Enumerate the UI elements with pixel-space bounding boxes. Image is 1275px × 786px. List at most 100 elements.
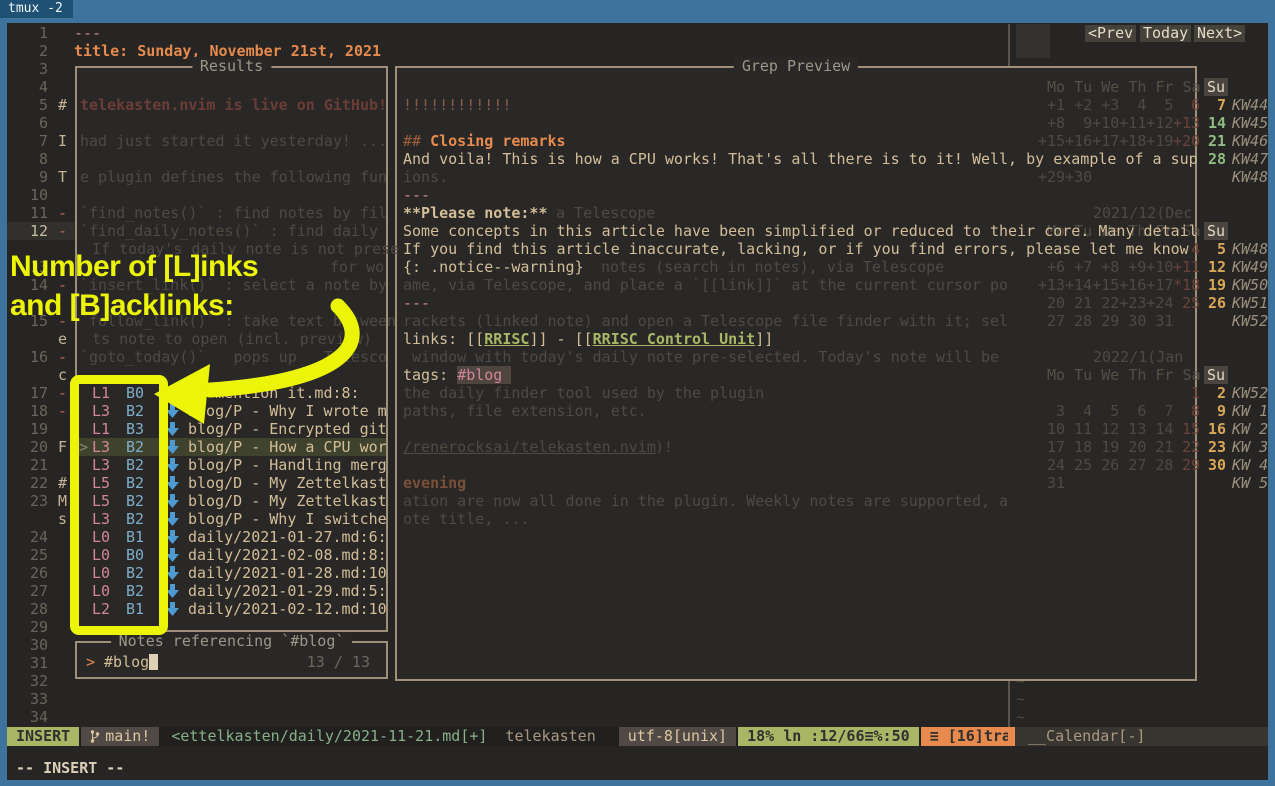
calendar-ghost-days: +8 9+10+11+12 — [1038, 114, 1173, 132]
ghost-line: /renerocksai/telekasten.nvim — [403, 438, 656, 456]
calendar-month-header: 2022/1(Jan — [1093, 348, 1183, 366]
gutter-line-number: 29 — [8, 618, 48, 636]
gutter-line-number: 6 — [8, 114, 48, 132]
result-file-name: daily/2021-01-27.md:6: — [188, 528, 387, 546]
gutter-letter: # — [58, 96, 67, 114]
gutter-letter: F — [58, 438, 67, 456]
calendar-day[interactable]: 30 — [1200, 456, 1226, 474]
filetype-indicator: telekasten — [496, 727, 604, 746]
gutter-line-number: 34 — [8, 708, 48, 726]
git-branch-segment[interactable]: main! — [81, 727, 159, 746]
gutter-letter: - — [58, 402, 67, 420]
calendar-day[interactable]: 14 — [1200, 114, 1226, 132]
gutter-line-number: 33 — [8, 690, 48, 708]
calendar-week-label: KW44 — [1232, 96, 1268, 114]
calendar-prev-button[interactable]: <Prev — [1085, 25, 1136, 42]
gutter-letter: M — [58, 492, 67, 510]
calendar-week-label: KW45 — [1232, 114, 1268, 132]
calendar-ghost-days: 27 28 29 30 31 — [1038, 312, 1173, 330]
calendar-ghost-days: +15+16+17+18+19 — [1038, 132, 1173, 150]
grep-preview-title: Grep Preview — [734, 57, 858, 75]
preview-line: --- — [403, 294, 430, 312]
gutter-letter: - — [58, 348, 67, 366]
calendar-day[interactable]: 16 — [1200, 420, 1226, 438]
calendar-sunday-header: Su — [1204, 78, 1228, 96]
result-file-name: blog/P - Why I switche — [188, 510, 387, 528]
gutter-line-number: 16 — [8, 348, 48, 366]
preview-text: --- — [403, 294, 430, 312]
calendar-saturday-ghost: 25 — [1173, 294, 1200, 312]
statusbar: INSERT main! <ettelkasten/daily/2021-11-… — [7, 727, 1008, 746]
preview-text: --- — [403, 186, 430, 204]
calendar-week-label: KW 1 — [1232, 402, 1268, 420]
calendar-day[interactable]: 12 — [1200, 258, 1226, 276]
calendar-weekday-header: Mo Tu We Th Fr Sa — [1038, 366, 1201, 384]
wiki-link[interactable]: RRISC Control Unit — [593, 330, 756, 348]
preview-line: tags: #blog — [403, 366, 511, 384]
ghost-line: the daily finder tool used by the plugin — [403, 384, 764, 402]
gutter-letter: - — [58, 384, 67, 402]
gutter-line-number: 26 — [8, 564, 48, 582]
calendar-week-label: KW 5 — [1232, 474, 1268, 492]
preview-text: ]] — [755, 330, 773, 348]
preview-line: If you find this article inaccurate, lac… — [403, 240, 1189, 258]
preview-text: links: [[ — [403, 330, 484, 348]
calendar-week-label: KW51 — [1232, 294, 1268, 312]
calendar-ghost-days: +1 +2 +3 4 5 — [1038, 96, 1173, 114]
result-file-name: blog/P - Handling merg — [188, 456, 387, 474]
gutter-letter: I — [58, 132, 67, 150]
calendar-statusline-notch — [1008, 727, 1015, 746]
gutter-line-number: 7 — [8, 132, 48, 150]
calendar-sunday-header: Su — [1204, 366, 1228, 384]
ghost-line: `find_notes()` : find notes by fil — [80, 204, 387, 222]
gutter-line-number: 20 — [8, 438, 48, 456]
calendar-saturday-ghost: 1 — [1173, 384, 1200, 402]
calendar-day[interactable]: 5 — [1200, 240, 1226, 258]
gutter-line-number: 3 — [8, 60, 48, 78]
calendar-day[interactable]: 26 — [1200, 294, 1226, 312]
cursor-position-indicator: 18% ln :12/66≡%:50 — [738, 727, 919, 746]
preview-line: ## Closing remarks — [403, 132, 566, 150]
calendar-next-button[interactable]: Next> — [1194, 25, 1245, 42]
ghost-line: ions. — [403, 168, 448, 186]
gutter-line-number: 28 — [8, 600, 48, 618]
calendar-day[interactable]: 2 — [1200, 384, 1226, 402]
calendar-day[interactable]: 19 — [1200, 276, 1226, 294]
ghost-line: evening — [403, 474, 466, 492]
gutter-line-number: 24 — [8, 528, 48, 546]
ghost-line: for wo — [330, 258, 384, 276]
wiki-link[interactable]: RRISC — [484, 330, 529, 348]
result-file-name: daily/2021-02-12.md:10 — [188, 600, 387, 618]
calendar-day[interactable]: 9 — [1200, 402, 1226, 420]
calendar-today-button[interactable]: Today — [1140, 25, 1191, 42]
gutter-line-number: 23 — [8, 492, 48, 510]
calendar-saturday-ghost: +20 — [1173, 132, 1200, 150]
ghost-line: telekasten.nvim is live on GitHub! — [80, 96, 387, 114]
calendar-week-label: KW 3 — [1232, 438, 1268, 456]
tag-pill[interactable]: #blog — [457, 366, 511, 384]
gutter-line-number: 9 — [8, 168, 48, 186]
calendar-ghost-days: 10 11 12 13 14 — [1038, 420, 1173, 438]
calendar-day[interactable]: 21 — [1200, 132, 1226, 150]
preview-line: Some concepts in this article have been … — [403, 222, 1198, 240]
calendar-day[interactable]: 7 — [1200, 96, 1226, 114]
calendar-week-label: KW48 — [1232, 168, 1268, 186]
calendar-day[interactable]: 28 — [1200, 150, 1226, 168]
ghost-line: window with today's daily note pre-selec… — [403, 348, 999, 366]
preview-line: !!!!!!!!!!!! — [403, 96, 511, 114]
calendar-saturday-ghost: +13 — [1173, 114, 1200, 132]
calendar-week-label: KW52 — [1232, 384, 1268, 402]
gutter-line-number: 5 — [8, 96, 48, 114]
gutter-letter: T — [58, 168, 67, 186]
scrollbar-thumb[interactable] — [1016, 24, 1050, 58]
calendar-week-label: KW47 — [1232, 150, 1268, 168]
result-file-name: daily/2021-02-08.md:8: — [188, 546, 387, 564]
calendar-ghost-days: 31 — [1038, 474, 1065, 492]
gutter-line-number: 32 — [8, 672, 48, 690]
gutter-line-number: 1 — [8, 24, 48, 42]
preview-text: Closing remarks — [430, 132, 565, 150]
calendar-day[interactable]: 23 — [1200, 438, 1226, 456]
search-input[interactable]: #blog — [104, 653, 149, 671]
tmux-session-tab[interactable]: tmux -2 — [0, 0, 73, 18]
result-file-name: blog/D - My Zettelkast — [188, 492, 387, 510]
